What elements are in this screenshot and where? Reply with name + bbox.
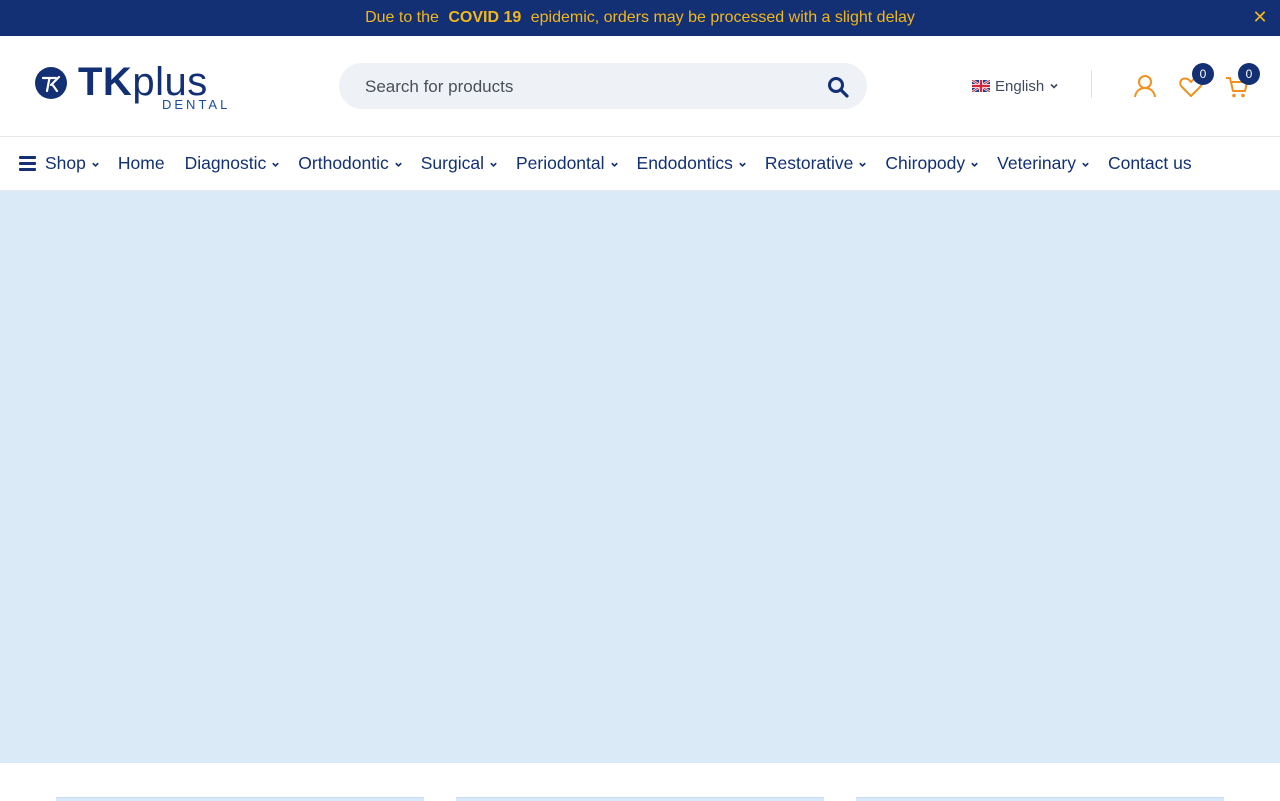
nav-item-shop[interactable]: Shop: [19, 137, 100, 190]
product-card[interactable]: [456, 797, 824, 801]
nav-item-home[interactable]: Home: [118, 137, 165, 190]
nav-label: Restorative: [764, 153, 854, 173]
nav-label: Periodontal: [515, 153, 605, 173]
product-card[interactable]: [56, 797, 424, 801]
logo-mark-icon: [35, 67, 67, 99]
menu-icon: [19, 156, 36, 171]
nav-item-periodontal[interactable]: Periodontal: [516, 137, 619, 190]
nav-item-endodontics[interactable]: Endodontics: [637, 137, 747, 190]
header-divider: [1091, 70, 1092, 98]
announcement-prefix: Due to the: [365, 9, 439, 26]
nav-label: Endodontics: [636, 153, 733, 173]
language-selector[interactable]: English: [972, 76, 1059, 96]
logo-name-bold: TK: [78, 60, 133, 104]
chevron-down-icon: [610, 162, 618, 167]
user-icon[interactable]: [1132, 73, 1158, 99]
language-label: English: [995, 77, 1045, 95]
nav-item-orthodontic[interactable]: Orthodontic: [298, 137, 402, 190]
search-bar: [339, 63, 867, 111]
wishlist-count-badge: 0: [1192, 63, 1214, 85]
chevron-down-icon: [859, 162, 867, 167]
chevron-down-icon: [92, 162, 99, 167]
site-logo[interactable]: TKplus DENTAL: [34, 60, 234, 112]
nav-label: Diagnostic: [184, 153, 267, 173]
site-header: TKplus DENTAL English 0: [0, 36, 1280, 137]
announcement-text: Due to the COVID 19 epidemic, orders may…: [365, 9, 915, 27]
chevron-down-icon: [1050, 83, 1058, 89]
nav-label: Orthodontic: [298, 153, 389, 173]
nav-label: Veterinary: [997, 153, 1076, 173]
nav-item-surgical[interactable]: Surgical: [421, 137, 498, 190]
product-card[interactable]: [856, 797, 1224, 801]
main-navigation: Shop Home Diagnostic Orthodontic Surgica…: [0, 137, 1280, 191]
uk-flag-icon: [972, 80, 990, 92]
nav-item-contact-us[interactable]: Contact us: [1108, 137, 1192, 190]
chevron-down-icon: [1082, 162, 1089, 167]
cart-count-badge: 0: [1238, 63, 1260, 85]
hero-banner: [0, 191, 1280, 763]
close-icon[interactable]: ✕: [1252, 8, 1268, 26]
chevron-down-icon: [490, 162, 497, 167]
nav-label: Shop: [45, 153, 86, 173]
nav-item-veterinary[interactable]: Veterinary: [997, 137, 1090, 190]
search-icon[interactable]: [827, 76, 849, 98]
chevron-down-icon: [739, 162, 746, 167]
announcement-suffix: epidemic, orders may be processed with a…: [530, 9, 915, 26]
nav-label: Contact us: [1107, 153, 1192, 173]
search-input[interactable]: [363, 63, 807, 111]
nav-label: Home: [117, 153, 165, 173]
announcement-bar: Due to the COVID 19 epidemic, orders may…: [0, 0, 1280, 36]
chevron-down-icon: [272, 162, 280, 167]
logo-subtitle: DENTAL: [162, 97, 231, 112]
nav-item-diagnostic[interactable]: Diagnostic: [185, 137, 281, 190]
nav-item-chiropody[interactable]: Chiropody: [885, 137, 979, 190]
chevron-down-icon: [394, 162, 402, 167]
nav-label: Surgical: [420, 153, 484, 173]
nav-item-restorative[interactable]: Restorative: [765, 137, 868, 190]
announcement-highlight: COVID 19: [448, 9, 522, 26]
nav-label: Chiropody: [885, 153, 966, 173]
chevron-down-icon: [971, 162, 978, 167]
